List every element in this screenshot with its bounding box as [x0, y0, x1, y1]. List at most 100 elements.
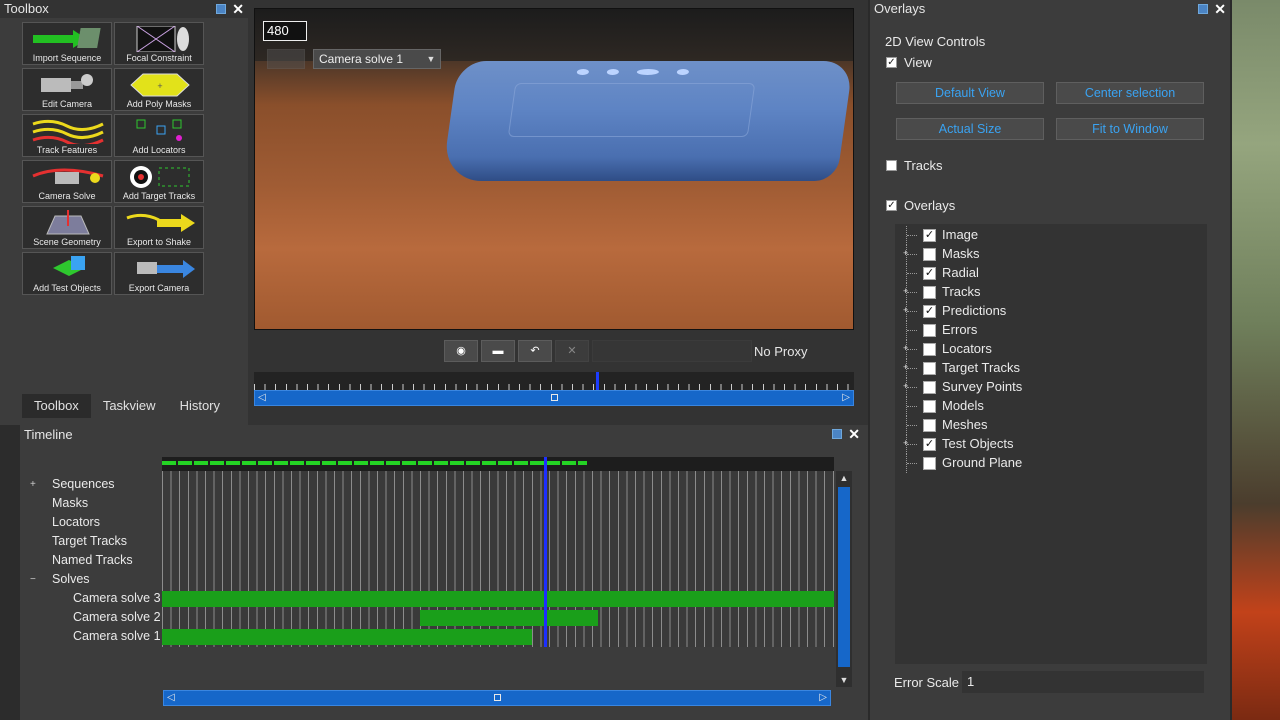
overlay-checkbox[interactable]: ✓: [923, 229, 936, 242]
overlay-checkbox[interactable]: ✓: [923, 438, 936, 451]
overlay-checkbox[interactable]: [923, 343, 936, 356]
collapse-icon[interactable]: −: [30, 570, 40, 589]
overlay-checkbox[interactable]: [923, 457, 936, 470]
tool-track-features[interactable]: Track Features: [22, 114, 112, 157]
vscroll-thumb[interactable]: [838, 487, 850, 667]
tool-export-to-shake[interactable]: Export to Shake: [114, 206, 204, 249]
timeline-vscroll[interactable]: ▲ ▼: [836, 471, 852, 687]
tool-add-poly-masks[interactable]: + Add Poly Masks: [114, 68, 204, 111]
undock-icon[interactable]: [216, 4, 227, 14]
scroll-right-icon[interactable]: ▷: [842, 391, 850, 405]
tree-item-sequences[interactable]: + Sequences: [30, 475, 165, 494]
tree-item-solves[interactable]: − Solves: [30, 570, 165, 589]
overlay-item[interactable]: + Target Tracks: [895, 359, 1195, 378]
tree-item-camera-solve-3[interactable]: Camera solve 3: [30, 589, 165, 608]
frame-number-field[interactable]: 480: [263, 21, 307, 41]
scroll-down-icon[interactable]: ▼: [836, 675, 852, 685]
tab-toolbox[interactable]: Toolbox: [22, 394, 91, 418]
scroll-thumb[interactable]: [494, 694, 501, 701]
tool-export-camera[interactable]: Export Camera: [114, 252, 204, 295]
rectangle-icon[interactable]: ▬: [481, 340, 515, 362]
scroll-left-icon[interactable]: ◁: [167, 691, 175, 705]
frame-ruler[interactable]: [254, 372, 854, 390]
camera-select[interactable]: Camera solve 1 ▼: [313, 49, 441, 69]
overlay-item[interactable]: Models: [895, 397, 1195, 416]
tool-add-locators[interactable]: Add Locators: [114, 114, 204, 157]
scroll-right-icon[interactable]: ▷: [819, 691, 827, 705]
overlay-checkbox[interactable]: [923, 286, 936, 299]
timeline-playhead[interactable]: [544, 457, 547, 647]
overlay-checkbox[interactable]: [923, 362, 936, 375]
overlay-checkbox[interactable]: [923, 419, 936, 432]
tool-camera-solve[interactable]: Camera Solve: [22, 160, 112, 203]
expand-icon[interactable]: +: [903, 343, 908, 353]
undock-icon[interactable]: [832, 429, 843, 439]
expand-icon[interactable]: +: [903, 438, 908, 448]
scroll-up-icon[interactable]: ▲: [836, 473, 852, 483]
tab-history[interactable]: History: [168, 394, 232, 418]
overlay-item[interactable]: ✓ Image: [895, 226, 1195, 245]
error-scale-field[interactable]: 1: [962, 671, 1204, 693]
expand-icon[interactable]: +: [903, 248, 908, 258]
tool-scene-geometry[interactable]: Scene Geometry: [22, 206, 112, 249]
expand-icon[interactable]: +: [903, 362, 908, 372]
tree-item-masks[interactable]: Masks: [30, 494, 165, 513]
tree-item-camera-solve-1[interactable]: Camera solve 1: [30, 627, 165, 646]
overlay-checkbox[interactable]: [923, 400, 936, 413]
expand-icon[interactable]: +: [30, 475, 40, 494]
overlays-checkbox[interactable]: ✓: [886, 200, 897, 211]
tab-taskview[interactable]: Taskview: [91, 394, 168, 418]
view-checkbox[interactable]: ✓: [886, 57, 897, 68]
tool-focal-constraint[interactable]: Focal Constraint: [114, 22, 204, 65]
close-icon[interactable]: ✕: [232, 1, 244, 17]
viewer-scrollbar[interactable]: ◁ ▷: [254, 390, 854, 406]
default-view-button[interactable]: Default View: [896, 82, 1044, 104]
tree-item-locators[interactable]: Locators: [30, 513, 165, 532]
solve-bar-2[interactable]: [420, 610, 598, 626]
tracks-checkbox[interactable]: [886, 160, 897, 171]
camera-icon[interactable]: ◉: [444, 340, 478, 362]
overlay-item[interactable]: Errors: [895, 321, 1195, 340]
proxy-label[interactable]: No Proxy: [754, 344, 807, 359]
overlay-item[interactable]: + ✓ Test Objects: [895, 435, 1195, 454]
undo-icon[interactable]: ↶: [518, 340, 552, 362]
undock-icon[interactable]: [1198, 4, 1209, 14]
scroll-left-icon[interactable]: ◁: [258, 391, 266, 405]
tool-add-target-tracks[interactable]: Add Target Tracks: [114, 160, 204, 203]
tool-edit-camera[interactable]: Edit Camera: [22, 68, 112, 111]
close-icon[interactable]: ✕: [848, 426, 860, 442]
playhead[interactable]: [596, 372, 599, 390]
tree-item-target-tracks[interactable]: Target Tracks: [30, 532, 165, 551]
overlay-checkbox[interactable]: ✓: [923, 267, 936, 280]
overlay-item[interactable]: + Tracks: [895, 283, 1195, 302]
overlay-item[interactable]: + Survey Points: [895, 378, 1195, 397]
tool-add-test-objects[interactable]: Add Test Objects: [22, 252, 112, 295]
overlay-item[interactable]: + Masks: [895, 245, 1195, 264]
actual-size-button[interactable]: Actual Size: [896, 118, 1044, 140]
overlay-checkbox[interactable]: [923, 381, 936, 394]
overlay-checkbox[interactable]: [923, 324, 936, 337]
solve-bar-1[interactable]: [162, 629, 532, 645]
overlay-item[interactable]: Ground Plane: [895, 454, 1195, 473]
expand-icon[interactable]: +: [903, 305, 908, 315]
tool-import-sequence[interactable]: Import Sequence: [22, 22, 112, 65]
overlay-item[interactable]: + Locators: [895, 340, 1195, 359]
tree-label: Locators: [52, 515, 100, 529]
overlay-checkbox[interactable]: [923, 248, 936, 261]
video-frame[interactable]: 480 Camera solve 1 ▼: [254, 8, 854, 330]
tree-item-named-tracks[interactable]: Named Tracks: [30, 551, 165, 570]
overlay-checkbox[interactable]: ✓: [923, 305, 936, 318]
scroll-thumb[interactable]: [551, 394, 558, 401]
timeline-hscroll[interactable]: ◁ ▷: [163, 690, 831, 706]
fit-to-window-button[interactable]: Fit to Window: [1056, 118, 1204, 140]
track-area[interactable]: [162, 457, 834, 647]
solve-bar-3[interactable]: [162, 591, 834, 607]
overlay-item[interactable]: + ✓ Predictions: [895, 302, 1195, 321]
expand-icon[interactable]: +: [903, 286, 908, 296]
tree-item-camera-solve-2[interactable]: Camera solve 2: [30, 608, 165, 627]
close-icon[interactable]: ✕: [1214, 1, 1226, 17]
overlay-item[interactable]: Meshes: [895, 416, 1195, 435]
expand-icon[interactable]: +: [903, 381, 908, 391]
center-selection-button[interactable]: Center selection: [1056, 82, 1204, 104]
overlay-item[interactable]: ✓ Radial: [895, 264, 1195, 283]
